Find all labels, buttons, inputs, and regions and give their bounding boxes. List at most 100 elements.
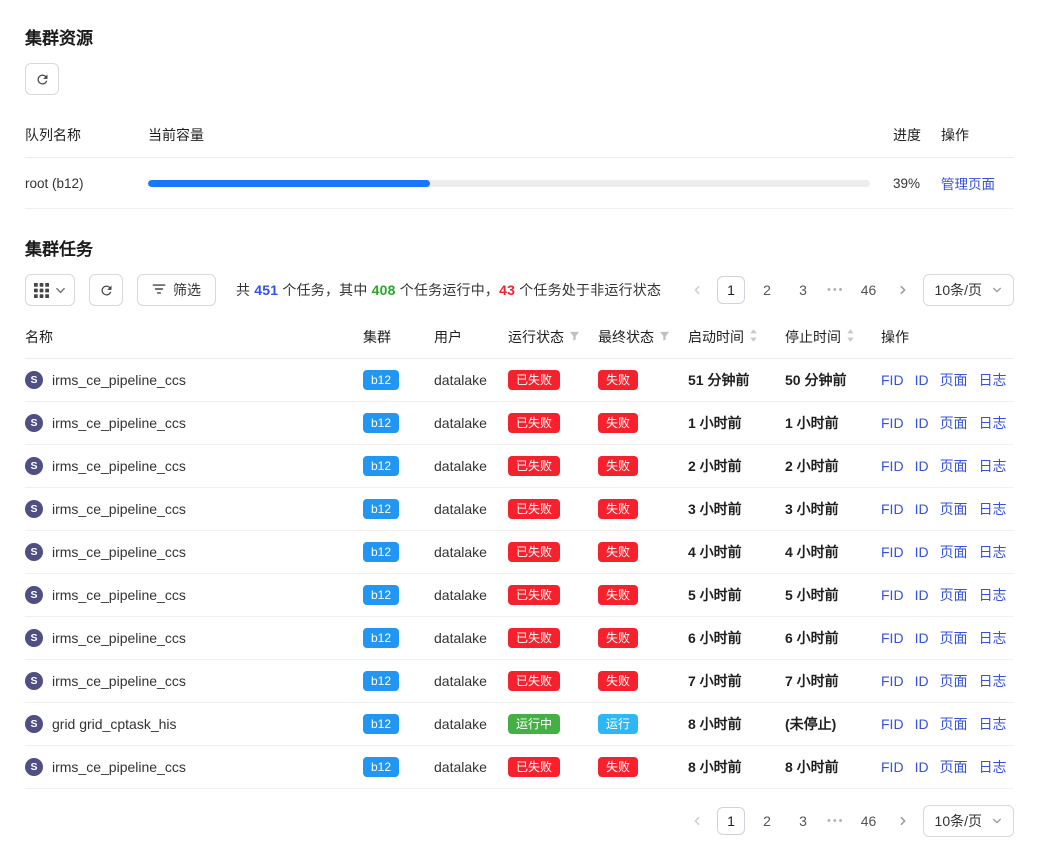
task-row: Sirms_ce_pipeline_ccsb12datalake已失败失败1 小… <box>25 402 1014 445</box>
pagination-page-1[interactable]: 1 <box>717 276 745 304</box>
pagination-next-button[interactable] <box>891 807 915 835</box>
action-log-link[interactable]: 日志 <box>979 587 1007 603</box>
start-time: 4 小时前 <box>688 531 785 574</box>
action-page-link[interactable]: 页面 <box>940 501 968 517</box>
action-page-link[interactable]: 页面 <box>940 587 968 603</box>
action-id-link[interactable]: ID <box>915 587 929 603</box>
action-fid-link[interactable]: FID <box>881 544 904 560</box>
pagination-prev-button[interactable] <box>685 276 709 304</box>
page-size-select[interactable]: 10条/页 <box>923 805 1014 837</box>
chevron-down-icon <box>55 285 66 296</box>
sorter-icon[interactable] <box>846 328 855 346</box>
action-page-link[interactable]: 页面 <box>940 458 968 474</box>
action-log-link[interactable]: 日志 <box>979 759 1007 775</box>
pagination-top: 1 2 3 ••• 46 <box>685 276 915 304</box>
stop-time: 2 小时前 <box>785 445 881 488</box>
pagination-ellipsis[interactable]: ••• <box>825 284 847 296</box>
task-user: datalake <box>434 746 508 789</box>
action-id-link[interactable]: ID <box>915 372 929 388</box>
pagination-next-button[interactable] <box>891 276 915 304</box>
action-fid-link[interactable]: FID <box>881 630 904 646</box>
manage-page-link[interactable]: 管理页面 <box>941 177 995 192</box>
action-log-link[interactable]: 日志 <box>979 415 1007 431</box>
action-fid-link[interactable]: FID <box>881 759 904 775</box>
action-fid-link[interactable]: FID <box>881 587 904 603</box>
pagination-page-3[interactable]: 3 <box>789 276 817 304</box>
run-status-badge: 已失败 <box>508 628 560 648</box>
final-status-badge: 失败 <box>598 542 638 562</box>
task-row: Sgrid grid_cptask_hisb12datalake运行中运行8 小… <box>25 703 1014 746</box>
action-id-link[interactable]: ID <box>915 415 929 431</box>
tasks-refresh-button[interactable] <box>89 274 123 306</box>
action-page-link[interactable]: 页面 <box>940 544 968 560</box>
action-log-link[interactable]: 日志 <box>979 716 1007 732</box>
action-fid-link[interactable]: FID <box>881 415 904 431</box>
start-time: 1 小时前 <box>688 402 785 445</box>
final-status-badge: 失败 <box>598 757 638 777</box>
task-table-body: Sirms_ce_pipeline_ccsb12datalake已失败失败51 … <box>25 359 1014 789</box>
action-log-link[interactable]: 日志 <box>979 544 1007 560</box>
pagination-page-3[interactable]: 3 <box>789 807 817 835</box>
action-fid-link[interactable]: FID <box>881 372 904 388</box>
action-log-link[interactable]: 日志 <box>979 673 1007 689</box>
action-id-link[interactable]: ID <box>915 501 929 517</box>
filter-button[interactable]: 筛选 <box>137 274 216 306</box>
capacity-progress-fill <box>148 180 430 187</box>
stop-time: 6 小时前 <box>785 617 881 660</box>
action-page-link[interactable]: 页面 <box>940 372 968 388</box>
column-settings-button[interactable] <box>25 274 75 306</box>
final-status-badge: 失败 <box>598 499 638 519</box>
task-name: irms_ce_pipeline_ccs <box>52 501 186 517</box>
filter-funnel-icon[interactable] <box>569 329 580 345</box>
task-user: datalake <box>434 703 508 746</box>
pagination-page-2[interactable]: 2 <box>753 276 781 304</box>
task-name: irms_ce_pipeline_ccs <box>52 759 186 775</box>
col-stop-time[interactable]: 停止时间 <box>785 316 881 359</box>
action-id-link[interactable]: ID <box>915 544 929 560</box>
start-time: 5 小时前 <box>688 574 785 617</box>
action-log-link[interactable]: 日志 <box>979 630 1007 646</box>
spark-avatar-icon: S <box>25 672 43 690</box>
pagination-prev-button[interactable] <box>685 807 709 835</box>
pagination-page-last[interactable]: 46 <box>855 807 883 835</box>
action-page-link[interactable]: 页面 <box>940 716 968 732</box>
action-fid-link[interactable]: FID <box>881 673 904 689</box>
final-status-badge: 运行 <box>598 714 638 734</box>
sorter-icon[interactable] <box>749 328 758 346</box>
stop-time: 7 小时前 <box>785 660 881 703</box>
pagination-page-last[interactable]: 46 <box>855 276 883 304</box>
start-time: 51 分钟前 <box>688 359 785 402</box>
action-log-link[interactable]: 日志 <box>979 501 1007 517</box>
page-size-select[interactable]: 10条/页 <box>923 274 1014 306</box>
tasks-toolbar: 筛选 共 451 个任务，其中 408 个任务运行中，43 个任务处于非运行状态… <box>25 274 1014 306</box>
spark-avatar-icon: S <box>25 457 43 475</box>
col-user: 用户 <box>434 316 508 359</box>
action-page-link[interactable]: 页面 <box>940 673 968 689</box>
action-id-link[interactable]: ID <box>915 458 929 474</box>
run-status-badge: 已失败 <box>508 757 560 777</box>
action-id-link[interactable]: ID <box>915 630 929 646</box>
action-fid-link[interactable]: FID <box>881 716 904 732</box>
action-log-link[interactable]: 日志 <box>979 372 1007 388</box>
action-page-link[interactable]: 页面 <box>940 415 968 431</box>
action-fid-link[interactable]: FID <box>881 458 904 474</box>
action-page-link[interactable]: 页面 <box>940 630 968 646</box>
action-id-link[interactable]: ID <box>915 716 929 732</box>
action-id-link[interactable]: ID <box>915 759 929 775</box>
pagination-ellipsis[interactable]: ••• <box>825 815 847 827</box>
filter-funnel-icon[interactable] <box>659 329 670 345</box>
col-start-time[interactable]: 启动时间 <box>688 316 785 359</box>
action-log-link[interactable]: 日志 <box>979 458 1007 474</box>
task-user: datalake <box>434 660 508 703</box>
action-id-link[interactable]: ID <box>915 673 929 689</box>
resources-table: 队列名称 当前容量 进度 操作 root (b12) 39% 管理页面 <box>25 113 1014 209</box>
pagination-page-1[interactable]: 1 <box>717 807 745 835</box>
task-row: Sirms_ce_pipeline_ccsb12datalake已失败失败7 小… <box>25 660 1014 703</box>
spark-avatar-icon: S <box>25 371 43 389</box>
run-status-badge: 已失败 <box>508 370 560 390</box>
start-time: 8 小时前 <box>688 703 785 746</box>
pagination-page-2[interactable]: 2 <box>753 807 781 835</box>
action-page-link[interactable]: 页面 <box>940 759 968 775</box>
resources-refresh-button[interactable] <box>25 63 59 95</box>
action-fid-link[interactable]: FID <box>881 501 904 517</box>
